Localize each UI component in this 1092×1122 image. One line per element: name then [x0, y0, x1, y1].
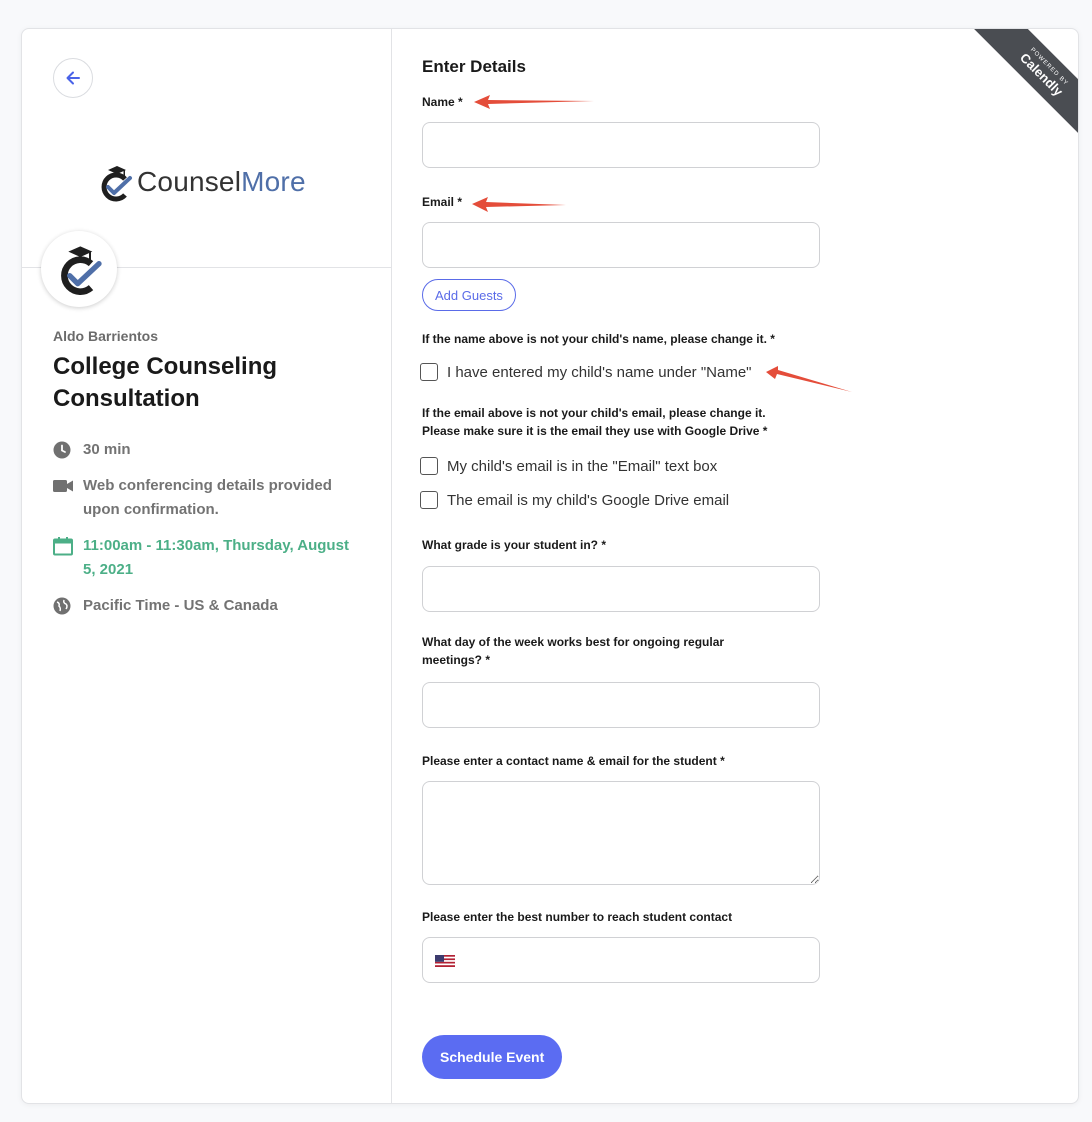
counselmore-logo-icon — [101, 166, 132, 202]
globe-icon — [53, 597, 71, 615]
name-label: Name * — [422, 95, 463, 109]
google-drive-checkbox-row[interactable]: The email is my child's Google Drive ema… — [420, 491, 729, 509]
calendar-icon — [53, 537, 73, 556]
grade-input[interactable] — [422, 566, 820, 612]
child-name-checkbox-row[interactable]: I have entered my child's name under "Na… — [420, 363, 752, 381]
counselmore-avatar-icon — [61, 246, 102, 295]
add-guests-button[interactable]: Add Guests — [422, 279, 516, 311]
back-button[interactable] — [53, 58, 93, 98]
host-name: Aldo Barrientos — [53, 328, 159, 344]
annotation-arrow-child-name — [766, 366, 852, 392]
child-email-question: If the email above is not your child's e… — [422, 406, 768, 438]
us-flag-icon[interactable] — [435, 955, 455, 967]
name-input[interactable] — [422, 122, 820, 168]
google-drive-checkbox[interactable] — [420, 491, 438, 509]
video-camera-icon — [53, 480, 73, 492]
email-label: Email * — [422, 195, 463, 209]
annotation-arrow-name — [474, 95, 594, 109]
form-heading: Enter Details — [422, 57, 526, 76]
contact-label: Please enter a contact name & email for … — [422, 754, 725, 768]
brand-name: CounselMore — [137, 166, 306, 197]
powered-by-badge[interactable]: POWERED BY Calendly — [968, 29, 1078, 139]
annotation-arrow-email — [472, 197, 566, 212]
brand-logo: CounselMore — [97, 160, 306, 204]
conferencing-row: Web conferencing details provided upon c… — [53, 474, 343, 522]
booking-card: CounselMore Aldo Barrientos College Coun… — [21, 28, 1079, 1104]
datetime-row: 11:00am - 11:30am, Thursday, August 5, 2… — [53, 534, 353, 582]
duration-row: 30 min — [53, 438, 353, 462]
event-title: College Counseling Consultation — [53, 353, 278, 412]
details-form: Enter Details Name * Email * Add Guests … — [392, 29, 1078, 1103]
child-name-checkbox[interactable] — [420, 363, 438, 381]
phone-label: Please enter the best number to reach st… — [422, 910, 733, 924]
event-sidebar: CounselMore Aldo Barrientos College Coun… — [22, 29, 392, 1103]
avatar — [41, 231, 117, 307]
child-name-question: If the name above is not your child's na… — [422, 332, 775, 346]
meeting-day-input[interactable] — [422, 682, 820, 728]
child-email-checkbox-row[interactable]: My child's email is in the "Email" text … — [420, 457, 717, 475]
arrow-left-icon — [66, 71, 80, 85]
clock-icon — [53, 441, 71, 459]
day-label: What day of the week works best for ongo… — [422, 635, 725, 667]
schedule-event-button[interactable]: Schedule Event — [422, 1035, 563, 1079]
grade-label: What grade is your student in? * — [422, 538, 607, 552]
contact-textarea[interactable] — [422, 781, 820, 885]
child-email-checkbox[interactable] — [420, 457, 438, 475]
timezone-row: Pacific Time - US & Canada — [53, 594, 353, 618]
phone-input[interactable] — [422, 937, 820, 983]
email-input[interactable] — [422, 222, 820, 268]
